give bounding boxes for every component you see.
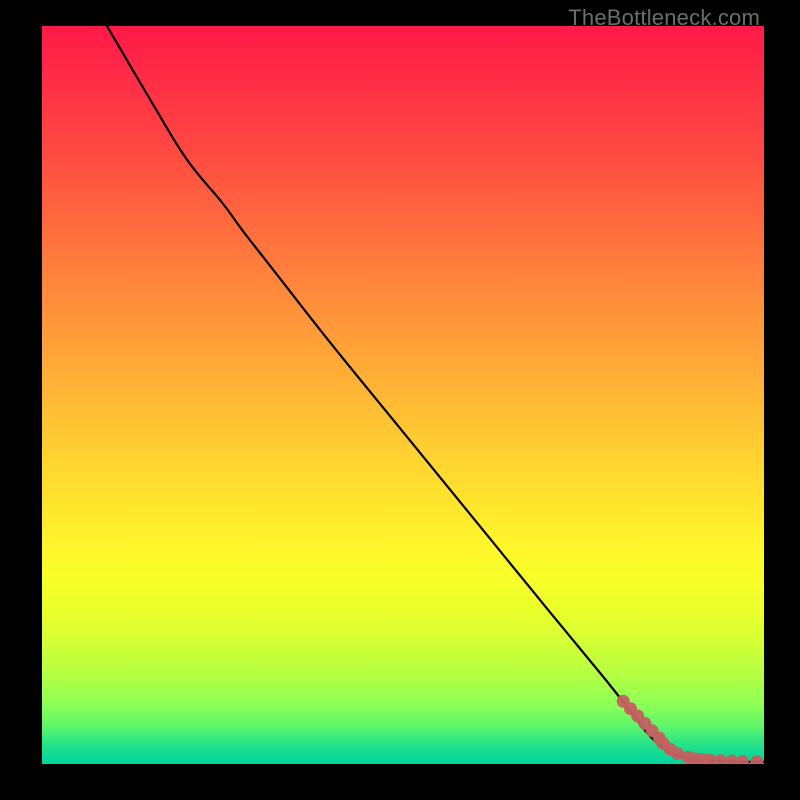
bottleneck-curve-path — [107, 26, 764, 762]
plot-area — [42, 26, 764, 764]
chart-overlay-svg — [42, 26, 764, 764]
measured-point — [750, 755, 763, 764]
measured-points-group — [617, 695, 764, 764]
measured-point — [736, 755, 749, 764]
chart-stage: TheBottleneck.com — [0, 0, 800, 800]
